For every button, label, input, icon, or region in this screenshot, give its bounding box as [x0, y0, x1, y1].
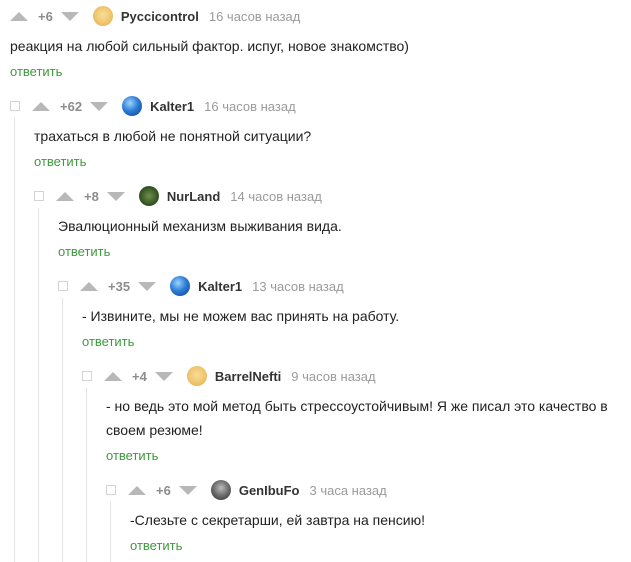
comment-text: своем резюме!: [106, 422, 203, 438]
thread-line: [110, 502, 111, 562]
comment-rating: +35: [108, 278, 131, 294]
comment-rating: +62: [60, 98, 83, 114]
avatar[interactable]: [186, 366, 207, 386]
comment-time: 16 часов назад: [204, 98, 296, 114]
reply-link[interactable]: ответить: [82, 334, 134, 349]
collapse-toggle[interactable]: [34, 191, 44, 201]
collapse-toggle[interactable]: [10, 101, 20, 111]
comment-header: +6 Pyccicontrol 16 часов назад: [10, 6, 300, 26]
comment-author[interactable]: NurLand: [167, 189, 220, 204]
comment-text: реакция на любой сильный фактор. испуг, …: [10, 38, 409, 54]
upvote-icon[interactable]: [32, 101, 50, 111]
comment-header: +4 BarrelNefti 9 часов назад: [82, 366, 376, 386]
reply-link[interactable]: ответить: [58, 244, 110, 259]
downvote-icon[interactable]: [138, 281, 157, 291]
comment-author[interactable]: Pyccicontrol: [121, 9, 199, 24]
upvote-icon[interactable]: [128, 485, 146, 495]
downvote-icon[interactable]: [154, 371, 173, 381]
downvote-icon[interactable]: [106, 191, 125, 201]
comment-header: +8 NurLand 14 часов назад: [34, 186, 322, 206]
comment-text: - Извините, мы не можем вас принять на р…: [82, 308, 400, 324]
upvote-icon[interactable]: [80, 281, 98, 291]
comment-header: +6 GenIbuFo 3 часа назад: [106, 480, 387, 500]
thread-line: [62, 298, 63, 562]
collapse-toggle[interactable]: [82, 371, 92, 381]
upvote-icon[interactable]: [56, 191, 74, 201]
comment-text: - но ведь это мой метод быть стрессоусто…: [106, 398, 608, 414]
upvote-icon[interactable]: [10, 11, 28, 21]
comment-text: трахаться в любой не понятной ситуации?: [34, 128, 312, 144]
comment-author[interactable]: Kalter1: [150, 99, 194, 114]
reply-link[interactable]: ответить: [106, 448, 158, 463]
upvote-icon[interactable]: [104, 371, 122, 381]
collapse-toggle[interactable]: [58, 281, 68, 291]
collapse-toggle[interactable]: [106, 485, 116, 495]
avatar[interactable]: [138, 186, 159, 206]
comment-author[interactable]: BarrelNefti: [215, 369, 281, 384]
comment-text: Эвалюционный механизм выживания вида.: [58, 218, 342, 234]
comment-time: 13 часов назад: [252, 278, 344, 294]
comment-author[interactable]: Kalter1: [198, 279, 242, 294]
comment-text: -Слезьте с секретарши, ей завтра на пенс…: [130, 512, 425, 528]
comment-rating: +6: [38, 8, 53, 24]
thread-line: [14, 118, 15, 562]
downvote-icon[interactable]: [90, 101, 109, 111]
comment-time: 3 часа назад: [309, 482, 387, 498]
comment-author[interactable]: GenIbuFo: [239, 483, 300, 498]
comment-rating: +4: [132, 368, 147, 384]
avatar[interactable]: [122, 96, 143, 116]
reply-link[interactable]: ответить: [34, 154, 86, 169]
comment-rating: +6: [156, 482, 171, 498]
avatar[interactable]: [210, 480, 231, 500]
avatar[interactable]: [170, 276, 191, 296]
thread-line: [38, 208, 39, 562]
downvote-icon[interactable]: [178, 485, 197, 495]
reply-link[interactable]: ответить: [10, 64, 62, 79]
comment-rating: +8: [84, 188, 99, 204]
comment-time: 16 часов назад: [208, 8, 301, 24]
comment-header: +35 Kalter1 13 часов назад: [58, 276, 344, 296]
avatar[interactable]: [92, 6, 113, 26]
thread-line: [86, 388, 87, 562]
reply-link[interactable]: ответить: [130, 538, 182, 553]
comment-time: 14 часов назад: [230, 188, 322, 204]
comment-time: 9 часов назад: [291, 368, 376, 384]
comment-header: +62 Kalter1 16 часов назад: [10, 96, 296, 116]
downvote-icon[interactable]: [60, 11, 79, 21]
